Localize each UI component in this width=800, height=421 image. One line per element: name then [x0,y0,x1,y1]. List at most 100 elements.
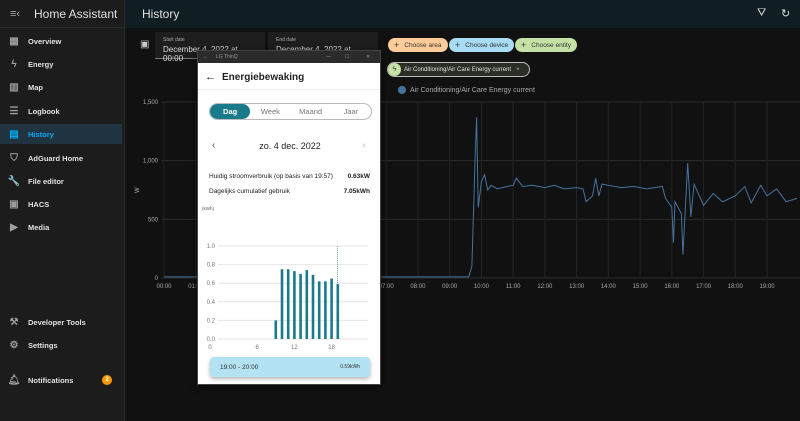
window-titlebar: ← LG ThinQ — ☐ ✕ [198,51,380,63]
y-tick-label: 0.4 [207,300,216,306]
y-tick-label: 1,000 [143,159,159,165]
y-axis-label: W [135,187,141,193]
bar [324,281,327,339]
minimize-icon[interactable]: — [326,54,331,60]
sidebar-item-logbook[interactable]: ☰ Logbook [0,101,122,121]
media-icon: ▶ [10,221,18,233]
y-tick-label: 1.0 [207,244,216,250]
y-tick-label: 0.8 [207,263,216,269]
y-tick-label: 0 [155,276,159,282]
menu-icon[interactable]: ≡‹ [0,8,30,20]
x-tick-label: 12:00 [537,284,553,290]
remove-icon[interactable]: × [516,67,520,73]
bar [280,269,284,339]
gear-icon: ⚙ [9,339,19,351]
choose-entity-button[interactable]: + Choose entity [515,38,578,52]
bar [299,273,302,339]
x-tick-label: 10:00 [474,284,490,290]
x-tick-label: 12 [291,345,298,351]
y-tick-label: 0.6 [207,281,216,287]
list-icon: ☰ [9,105,19,117]
hammer-icon: ⚒ [9,316,19,328]
period-tabs: Dag Week Maand Jaar [209,103,372,120]
legend-swatch [398,86,406,94]
bar [286,269,290,339]
lightning-icon: ϟ [11,58,17,70]
sidebar-item-notifications[interactable]: 🔔︎ Notifications 2 [0,370,122,390]
sidebar-item-overview[interactable]: ▦ Overview [0,31,122,51]
calendar-icon[interactable]: ▣ [140,39,149,50]
bar [305,270,309,339]
lg-thinq-window: ← LG ThinQ — ☐ ✕ ← Energiebewaking Dag We… [197,50,381,385]
chart-legend[interactable]: Air Conditioning/Air Care Energy current [398,86,535,94]
choose-area-button[interactable]: + Choose area [388,38,448,52]
tab-dag[interactable]: Dag [210,104,251,119]
maximize-icon[interactable]: ☐ [345,54,349,60]
popup-title: Energiebewaking [222,72,305,83]
x-tick-label: 11:00 [506,284,521,290]
x-tick-label: 13:00 [569,284,585,290]
y-tick-label: 0.2 [207,318,216,324]
tab-jaar[interactable]: Jaar [331,104,371,119]
close-icon[interactable]: ✕ [366,54,370,60]
x-tick-label: 08:00 [410,284,426,290]
sidebar: ≡‹ Home Assistant ▦ Overview ϟ Energy ▥ Map ☰ Lo… [0,0,125,421]
bar [274,320,278,339]
x-tick-label: 6 [256,345,260,351]
plus-icon: + [455,40,461,50]
y-tick-label: 500 [148,217,159,223]
x-tick-label: 00:00 [156,284,172,290]
dashboard-icon: ▦ [9,35,19,47]
refresh-icon[interactable]: ↻ [781,7,790,20]
y-unit-label: (kWh) [202,206,214,211]
bar [311,274,315,339]
shield-icon: ⛉ [10,152,18,164]
tab-maand[interactable]: Maand [291,104,331,119]
selected-date: zo. 4 dec. 2022 [259,141,321,151]
notification-badge: 2 [102,375,112,385]
bar [317,281,321,339]
x-tick-label: 16:00 [664,284,680,290]
x-tick-label: 09:00 [442,284,458,290]
top-bar: History ⛛ ↻ [125,0,800,28]
sidebar-item-energy[interactable]: ϟ Energy [0,54,122,74]
sidebar-item-developer-tools[interactable]: ⚒ Developer Tools [0,312,122,332]
bar [330,278,333,339]
x-tick-label: 18 [328,345,335,351]
app-title: Home Assistant [34,6,118,21]
energy-bar-chart[interactable]: (kWh) 0.0 0.2 0.4 0.6 0.8 1.0 0 6 12 18 [198,203,382,363]
x-tick-label: 14:00 [601,284,617,290]
sidebar-item-media[interactable]: ▶ Media [0,217,122,237]
chart-icon: ▤ [9,128,19,140]
bar [293,271,296,339]
bar-tooltip: 19:00 - 20:00 0.59kWh [210,357,370,377]
plug-icon: ϟ [388,63,401,76]
y-tick-label: 0.0 [207,337,216,343]
page-title: History [142,7,180,21]
tab-week[interactable]: Week [250,104,290,119]
sidebar-item-adguard-home[interactable]: ⛉ AdGuard Home [0,148,122,168]
store-icon: ▣ [9,198,19,210]
sidebar-item-file-editor[interactable]: 🔧 File editor [0,171,122,191]
map-icon: ▥ [9,81,19,93]
x-tick-label: 17:00 [696,284,712,290]
wrench-icon: 🔧 [7,175,21,187]
clear-filter-icon[interactable]: ⛛ [757,7,766,20]
x-tick-label: 0 [208,345,212,351]
back-icon[interactable]: ← [203,54,208,60]
y-tick-label: 1,500 [143,100,159,106]
sidebar-item-hacs[interactable]: ▣ HACS [0,194,122,214]
entity-chip[interactable]: ϟ Air Conditioning/Air Care Energy curren… [387,62,530,77]
plus-icon: + [394,40,400,50]
sidebar-item-settings[interactable]: ⚙ Settings [0,335,122,355]
x-tick-label: 15:00 [633,284,649,290]
back-arrow-icon[interactable]: ← [205,71,216,83]
choose-device-button[interactable]: + Choose device [449,38,515,52]
bell-icon: 🔔︎ [7,374,21,386]
bar [336,284,340,339]
x-tick-label: 18:00 [728,284,744,290]
sidebar-item-map[interactable]: ▥ Map [0,77,122,97]
next-day-icon[interactable]: › [362,140,365,151]
sidebar-item-history[interactable]: ▤ History [0,124,122,144]
x-tick-label: 19:00 [760,284,776,290]
